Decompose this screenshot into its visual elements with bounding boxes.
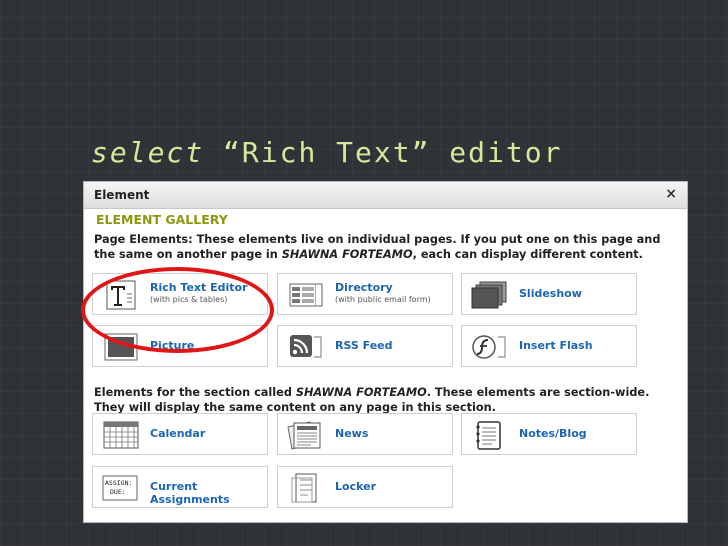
insert-flash-label: Insert Flash: [519, 339, 593, 352]
rich-text-editor-sublabel: (with pics & tables): [150, 295, 228, 304]
dialog-title: Element: [94, 188, 150, 202]
element-calendar[interactable]: Calendar: [92, 413, 268, 455]
slide-title-italic: select: [91, 136, 205, 169]
element-dialog: Element × ELEMENT GALLERY Page Elements:…: [83, 181, 688, 523]
element-directory[interactable]: Directory (with public email form): [277, 273, 453, 315]
directory-label: Directory: [335, 281, 393, 294]
element-rich-text-editor[interactable]: Rich Text Editor (with pics & tables): [92, 273, 268, 315]
calendar-label: Calendar: [150, 427, 206, 440]
assignment-icon: ASSIGN: DUE:: [102, 475, 138, 501]
locker-label: Locker: [335, 480, 376, 493]
rich-text-icon: [106, 280, 136, 310]
notes-blog-label: Notes/Blog: [519, 427, 587, 440]
notes-icon: [476, 421, 501, 450]
slide-title-rest: “Rich Text” editor: [204, 136, 563, 169]
element-rss-feed[interactable]: RSS Feed: [277, 325, 453, 367]
assignment-icon-text-2: DUE:: [110, 488, 126, 496]
slideshow-icon: [471, 281, 507, 309]
locker-icon: [291, 473, 317, 503]
picture-label: Picture: [150, 339, 195, 352]
news-label: News: [335, 427, 369, 440]
picture-icon: [104, 333, 138, 361]
news-icon: [287, 421, 321, 450]
rich-text-editor-label: Rich Text Editor: [150, 281, 248, 294]
calendar-icon: [103, 421, 139, 449]
close-icon[interactable]: ×: [665, 186, 677, 202]
directory-icon: [289, 283, 323, 307]
slide-title: select “Rich Text” editor: [91, 136, 562, 169]
slideshow-label: Slideshow: [519, 287, 582, 300]
gallery-title: ELEMENT GALLERY: [96, 212, 228, 227]
current-assignments-label: Current Assignments: [150, 480, 230, 506]
element-locker[interactable]: Locker: [277, 466, 453, 508]
section-elements-description: Elements for the section called SHAWNA F…: [94, 386, 650, 414]
element-insert-flash[interactable]: Insert Flash: [461, 325, 637, 367]
rss-feed-label: RSS Feed: [335, 339, 393, 352]
element-picture[interactable]: Picture: [92, 325, 268, 367]
page-elements-description: Page Elements: These elements live on in…: [94, 233, 661, 261]
flash-icon: [472, 335, 506, 359]
element-news[interactable]: News: [277, 413, 453, 455]
dialog-header: Element ×: [84, 182, 687, 209]
directory-sublabel: (with public email form): [335, 295, 431, 304]
element-notes-blog[interactable]: Notes/Blog: [461, 413, 637, 455]
assignment-icon-text-1: ASSIGN:: [105, 479, 132, 487]
element-slideshow[interactable]: Slideshow: [461, 273, 637, 315]
rss-icon: [290, 335, 322, 358]
element-current-assignments[interactable]: ASSIGN: DUE: Current Assignments: [92, 466, 268, 508]
